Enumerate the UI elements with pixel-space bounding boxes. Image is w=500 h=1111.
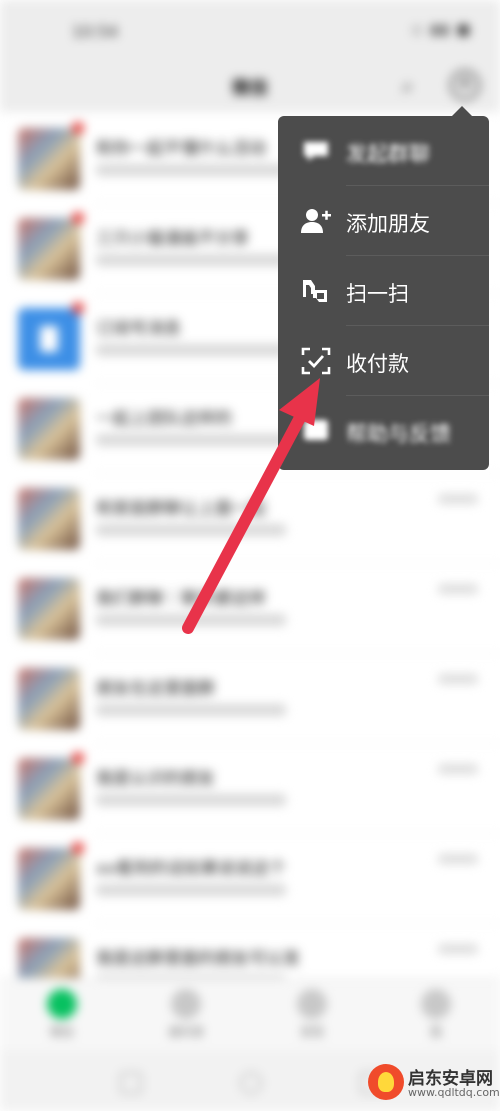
chat-time xyxy=(438,674,478,684)
profile-icon xyxy=(421,989,451,1019)
chat-time xyxy=(438,854,478,864)
chat-preview xyxy=(96,794,286,806)
tab-label: 发现 xyxy=(299,1025,324,1039)
page-title: 微信 xyxy=(232,78,268,99)
menu-item-payment[interactable]: 收付款 xyxy=(278,326,489,396)
watermark-url: www.qdltdq.com xyxy=(408,1086,500,1099)
chat-title: 和你一起不懂什么活动 xyxy=(96,139,266,159)
status-icons: ◇ ▮▮ ■ xyxy=(411,22,472,38)
menu-caret xyxy=(452,106,472,116)
chat-bubble-icon xyxy=(304,142,328,161)
avatar xyxy=(18,218,80,280)
chat-title: 我们群聊｜聊天都这样 xyxy=(96,589,266,609)
plus-menu-icon[interactable]: + xyxy=(450,70,480,100)
unread-badge xyxy=(72,752,84,764)
status-bar: 10:54 ◇ ▮▮ ■ xyxy=(0,0,500,62)
chat-time xyxy=(438,764,478,774)
menu-item-group-chat[interactable]: 发起群聊 xyxy=(278,116,489,186)
chat-preview xyxy=(96,614,286,626)
search-icon[interactable]: ⌕ xyxy=(402,74,424,98)
help-icon xyxy=(304,420,328,440)
chat-title: 朋友在这里面群 xyxy=(96,679,215,699)
menu-item-add-friend[interactable]: 添加朋友 xyxy=(278,186,489,256)
unread-badge xyxy=(72,302,84,314)
chat-title: xx看到的话如果说说这个 xyxy=(96,859,287,879)
chat-row[interactable]: 朋友在这里面群 xyxy=(0,654,500,744)
menu-item-label: 添加朋友 xyxy=(346,212,430,236)
avatar xyxy=(18,398,80,460)
home-icon[interactable] xyxy=(240,1072,262,1094)
add-friend-icon xyxy=(301,209,331,233)
chat-row[interactable]: 我是认识的朋友 xyxy=(0,744,500,834)
chat-title: 我是这群里面的朋友可以发 xyxy=(96,949,300,969)
tab-label: 我 xyxy=(429,1025,442,1039)
tab-contacts[interactable]: 通讯录 xyxy=(156,989,216,1045)
chat-preview xyxy=(96,254,286,266)
back-icon[interactable] xyxy=(120,1072,142,1094)
menu-item-label: 收付款 xyxy=(346,352,409,376)
unread-badge xyxy=(72,842,84,854)
menu-item-label: 扫一扫 xyxy=(346,282,409,306)
avatar xyxy=(18,668,80,730)
chat-preview xyxy=(96,884,286,896)
unread-badge xyxy=(72,212,84,224)
chat-preview xyxy=(96,164,286,176)
chat-title: 和家庭群聊让上面一起 xyxy=(96,499,266,519)
chat-time xyxy=(438,584,478,594)
avatar xyxy=(18,758,80,820)
menu-item-label: 帮助与反馈 xyxy=(346,422,451,446)
tab-discover[interactable]: 发现 xyxy=(282,989,342,1045)
watermark-logo: 启东安卓网 www.qdltdq.com xyxy=(368,1062,500,1106)
chat-time xyxy=(438,944,478,954)
status-time: 10:54 xyxy=(72,22,119,41)
chat-preview xyxy=(96,344,286,356)
chat-row[interactable]: 和家庭群聊让上面一起 xyxy=(0,474,500,564)
chat-title: 我是认识的朋友 xyxy=(96,769,215,789)
chat-row[interactable]: 我们群聊｜聊天都这样 xyxy=(0,564,500,654)
tab-me[interactable]: 我 xyxy=(406,989,466,1045)
scan-icon xyxy=(303,280,327,302)
payment-icon xyxy=(301,347,331,375)
chat-preview xyxy=(96,434,286,446)
avatar xyxy=(18,848,80,910)
chat-time xyxy=(438,494,478,504)
nav-bar: 微信 ⌕ + xyxy=(0,62,500,112)
unread-badge xyxy=(72,122,84,134)
chat-icon xyxy=(47,989,77,1019)
chat-title: 订阅号消息 xyxy=(96,319,181,339)
chat-row[interactable]: xx看到的话如果说说这个 xyxy=(0,834,500,924)
chat-preview xyxy=(96,524,286,536)
watermark-logo-icon xyxy=(368,1064,404,1100)
menu-item-label: 发起群聊 xyxy=(346,142,430,166)
chat-title: 一起上团队这样的 xyxy=(96,409,232,429)
chat-title: 三只小猫漫画不分享 xyxy=(96,229,249,249)
menu-item-help[interactable]: 帮助与反馈 xyxy=(278,396,489,466)
tab-bar: 微信 通讯录 发现 我 xyxy=(0,978,500,1051)
tab-label: 微信 xyxy=(49,1025,74,1039)
avatar xyxy=(18,128,80,190)
contacts-icon xyxy=(171,989,201,1019)
avatar xyxy=(18,488,80,550)
tab-label: 通讯录 xyxy=(167,1025,204,1039)
plus-popup-menu: 发起群聊 添加朋友 扫一扫 收付款 帮助与反馈 xyxy=(278,116,489,470)
tab-chats[interactable]: 微信 xyxy=(32,989,92,1045)
discover-icon xyxy=(297,989,327,1019)
chat-preview xyxy=(96,704,286,716)
avatar xyxy=(18,308,80,370)
avatar xyxy=(18,578,80,640)
menu-item-scan[interactable]: 扫一扫 xyxy=(278,256,489,326)
